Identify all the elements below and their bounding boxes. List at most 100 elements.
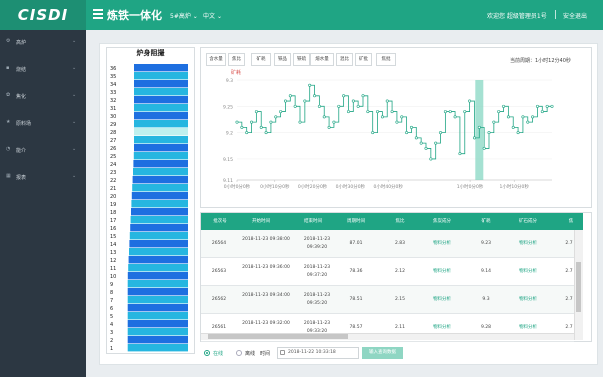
tab-iron-sulfur[interactable]: 铁硫: [293, 53, 310, 66]
cell-period: 78.51: [349, 297, 363, 302]
col-ore-use[interactable]: 矿耗: [471, 218, 501, 224]
table-row[interactable]: 26563 2018-11-23 09:36:00 2018-11-23 09:37…: [201, 258, 574, 286]
data-point: [531, 115, 535, 119]
tab-coke-ratio[interactable]: 焦比: [228, 53, 245, 66]
furnace-level-label: 23: [110, 170, 116, 176]
cell-ore[interactable]: 物料分析: [513, 296, 543, 304]
furnace-level-label: 14: [110, 242, 116, 248]
data-point: [526, 120, 530, 124]
tab-mix-ratio[interactable]: 混比: [336, 53, 353, 66]
sidebar-item-coking[interactable]: ✿ 焦化 ⌄: [0, 90, 86, 102]
furnace-level-label: 25: [110, 154, 116, 160]
vertical-scroll-thumb[interactable]: [576, 262, 581, 312]
cell-ore[interactable]: 物料分析: [513, 240, 543, 248]
tab-melt-water[interactable]: 熔水量: [310, 53, 334, 66]
y-tick-label: 9.15: [223, 157, 233, 163]
col-start[interactable]: 开始时间: [241, 218, 281, 224]
sidebar-item-label: 能介: [16, 148, 27, 154]
col-period[interactable]: 周期时间: [341, 218, 371, 224]
furnace-layer: [131, 192, 188, 200]
tab-iron-grade[interactable]: 铁品: [274, 53, 291, 66]
data-point: [443, 110, 447, 114]
furnace-layer: [134, 128, 188, 136]
col-end[interactable]: 结束时间: [293, 218, 333, 224]
cell-ore[interactable]: 物料分析: [513, 268, 543, 276]
furnace-select[interactable]: 5#高炉 ⌄: [170, 11, 198, 20]
data-point: [240, 125, 244, 129]
data-point: [288, 94, 292, 98]
table-row[interactable]: 26562 2018-11-23 09:34:00 2018-11-23 09:35…: [201, 286, 574, 314]
sidebar-item-sinter[interactable]: ▪ 烧结 ⌄: [0, 63, 86, 75]
data-point: [516, 131, 520, 135]
data-point: [511, 125, 515, 129]
furnace-level-label: 34: [110, 82, 116, 88]
cell-ore[interactable]: 物料分析: [513, 324, 543, 332]
tab-ore-batch[interactable]: 矿批: [355, 53, 372, 66]
col-batch[interactable]: 批次号: [205, 218, 235, 224]
online-radio[interactable]: [204, 350, 210, 356]
data-point: [274, 115, 278, 119]
furnace-level-label: 26: [110, 146, 116, 152]
calendar-icon: [280, 350, 285, 355]
data-point: [477, 125, 481, 129]
furnace-layer: [129, 248, 188, 256]
sidebar-item-material-yard[interactable]: ★ 原料场 ⌄: [0, 117, 86, 129]
data-point: [487, 131, 491, 135]
menu-toggle-icon[interactable]: [93, 9, 103, 19]
tab-coke-batch[interactable]: 焦批: [376, 53, 396, 66]
logout-link[interactable]: 安全退出: [563, 11, 587, 20]
tab-ore-use[interactable]: 矿耗: [251, 53, 271, 66]
col-coke[interactable]: 焦炭成分: [427, 218, 457, 224]
data-point: [235, 120, 239, 124]
furnace-layer: [129, 240, 188, 248]
y-tick-label: 9.2: [226, 131, 233, 137]
furnace-layer: [127, 288, 188, 296]
furnace-layer: [133, 152, 188, 160]
divider: [555, 10, 556, 19]
offline-radio[interactable]: [236, 350, 242, 356]
cell-coke[interactable]: 物料分析: [427, 268, 457, 276]
furnace-level-label: 36: [110, 66, 116, 72]
furnace-layer: [134, 104, 188, 112]
language-select[interactable]: 中文 ⌄: [203, 11, 222, 20]
data-point: [351, 99, 355, 103]
data-point: [380, 115, 384, 119]
furnace-layer: [134, 80, 188, 88]
table-row[interactable]: 26564 2018-11-23 09:38:00 2018-11-23 09:39…: [201, 230, 574, 258]
furnace-title: 炉身阻撮: [136, 49, 165, 57]
sidebar-item-blast-furnace[interactable]: ⚙ 高炉 ⌄: [0, 36, 86, 48]
query-button[interactable]: 输入查询数据: [362, 347, 403, 359]
cell-start: 2018-11-23 09:36:00: [242, 265, 290, 270]
cell-coke[interactable]: 物料分析: [427, 324, 457, 332]
chevron-down-icon: ⌄: [72, 119, 77, 125]
cell-end: 2018-11-23 09:39:20: [303, 237, 331, 250]
furnace-level-label: 21: [110, 186, 116, 192]
furnace-layer: [127, 304, 188, 312]
y-tick-label: 9.3: [226, 78, 233, 84]
time-input[interactable]: 2018-11-22 10:33:18: [277, 347, 359, 359]
furnace-level-label: 29: [110, 122, 116, 128]
col-ratio[interactable]: 焦比: [385, 218, 415, 224]
sidebar-item-energy[interactable]: ◔ 能介 ⌄: [0, 144, 86, 156]
cell-ore-use: 9.3: [482, 297, 490, 302]
furnace-level-label: 3: [110, 330, 113, 336]
data-point: [308, 83, 312, 87]
col-extra[interactable]: 焦: [563, 218, 579, 224]
online-label: 在线: [213, 351, 224, 357]
data-point: [279, 110, 283, 114]
sidebar-item-reports[interactable]: ▦ 报表 ⌄: [0, 171, 86, 183]
furnace-select-value: 5#高炉: [170, 13, 191, 20]
tab-water[interactable]: 含水量: [206, 53, 226, 66]
data-point: [332, 120, 336, 124]
cell-coke[interactable]: 物料分析: [427, 296, 457, 304]
data-point: [472, 136, 476, 140]
data-point: [540, 110, 544, 114]
cell-ratio: 2.15: [394, 297, 406, 302]
horizontal-scroll-thumb[interactable]: [208, 334, 348, 339]
furnace-layer: [127, 336, 188, 344]
cell-coke[interactable]: 物料分析: [427, 240, 457, 248]
furnace-layer: [134, 88, 188, 96]
chevron-down-icon: ⌄: [216, 13, 222, 20]
col-ore[interactable]: 矿石成分: [513, 218, 543, 224]
data-point: [409, 125, 413, 129]
